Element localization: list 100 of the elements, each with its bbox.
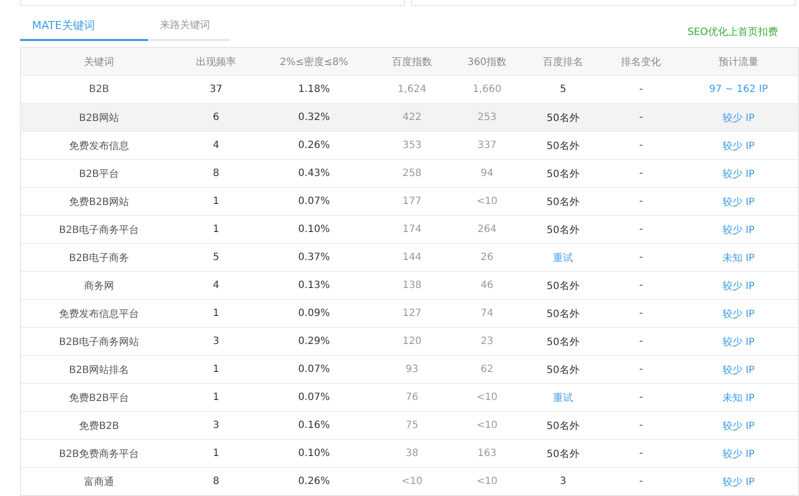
rank-change-cell-text: -	[638, 448, 644, 459]
traffic-link[interactable]: 未知 IP	[679, 250, 798, 264]
density-cell-text: 0.07%	[297, 392, 331, 403]
table-row[interactable]: 富商通 8 0.26% <10 <10 3 - 较少 IP	[21, 467, 798, 495]
density-cell-text: 0.09%	[297, 308, 331, 319]
keyword-cell-text: 免费B2B网站	[68, 196, 130, 208]
rank-cell-text: 50名外	[546, 168, 580, 180]
rank-change-cell-text: -	[638, 392, 644, 403]
table-row[interactable]: B2B免费商务平台 1 0.10% 38 163 50名外 - 较少 IP	[21, 439, 798, 467]
frequency-cell-text: 4	[212, 280, 220, 291]
keyword-cell-text: B2B	[88, 84, 110, 95]
rank-change-cell-text: -	[638, 364, 644, 375]
rank-cell-text: 50名外	[546, 224, 580, 236]
rank-change-cell-text: -	[638, 252, 644, 263]
index-360-cell-text: 46	[480, 280, 494, 291]
table-row[interactable]: B2B网站 6 0.32% 422 253 50名外 - 较少 IP	[21, 103, 798, 131]
density-cell-text: 0.10%	[297, 448, 331, 459]
traffic-link[interactable]: 较少 IP	[679, 138, 798, 152]
promo-link[interactable]: SEO优化上首页扣费	[687, 25, 778, 39]
baidu-index-cell-text: 144	[401, 252, 423, 263]
density-cell-text: 1.18%	[297, 84, 331, 95]
table-row[interactable]: 免费B2B 3 0.16% 75 <10 50名外 - 较少 IP	[21, 411, 798, 439]
traffic-link[interactable]: 较少 IP	[679, 474, 798, 488]
baidu-index-cell-text: 177	[401, 196, 423, 207]
table-row[interactable]: B2B电子商务网站 3 0.29% 120 23 50名外 - 较少 IP	[21, 327, 798, 355]
frequency-cell-text: 3	[212, 336, 220, 347]
tab[interactable]: 来路关键词	[148, 14, 230, 41]
frequency-cell-text: 1	[212, 448, 220, 459]
retry-link[interactable]: 重试	[523, 250, 603, 264]
density-cell-text: 0.10%	[297, 224, 331, 235]
rank-change-cell-text: -	[638, 168, 644, 179]
frequency-cell-text: 1	[212, 308, 220, 319]
density-cell-text: 0.13%	[297, 280, 331, 291]
frequency-cell-text: 1	[212, 196, 220, 207]
index-360-cell-text: 23	[480, 336, 494, 347]
index-360-cell-text: 74	[480, 308, 494, 319]
table-row[interactable]: 免费B2B网站 1 0.07% 177 <10 50名外 - 较少 IP	[21, 187, 798, 215]
column-header: 预计流量	[718, 56, 760, 68]
baidu-index-cell-text: 75	[404, 420, 420, 431]
table-row[interactable]: 免费发布信息平台 1 0.09% 127 74 50名外 - 较少 IP	[21, 299, 798, 327]
traffic-link[interactable]: 较少 IP	[679, 306, 798, 320]
table-row[interactable]: 免费B2B平台 1 0.07% 76 <10 重试 - 未知 IP	[21, 383, 798, 411]
keyword-cell-text: B2B电子商务网站	[58, 336, 140, 348]
density-cell-text: 0.29%	[297, 336, 331, 347]
baidu-index-cell-text: 353	[401, 140, 423, 151]
rank-cell-text: 50名外	[546, 364, 580, 376]
baidu-index-cell-text: 174	[401, 224, 423, 235]
traffic-link[interactable]: 较少 IP	[679, 446, 798, 460]
index-360-cell-text: 253	[476, 112, 498, 123]
table-row[interactable]: B2B网站排名 1 0.07% 93 62 50名外 - 较少 IP	[21, 355, 798, 383]
density-cell-text: 0.07%	[297, 364, 331, 375]
keyword-cell-text: 商务网	[83, 280, 115, 292]
index-360-cell-text: 163	[476, 448, 498, 459]
baidu-index-cell-text: 38	[404, 448, 420, 459]
traffic-link[interactable]: 较少 IP	[679, 418, 798, 432]
traffic-link[interactable]: 较少 IP	[679, 362, 798, 376]
frequency-cell-text: 1	[212, 364, 220, 375]
index-360-cell-text: <10	[475, 196, 499, 207]
table-row[interactable]: B2B平台 8 0.43% 258 94 50名外 - 较少 IP	[21, 159, 798, 187]
baidu-index-cell-text: <10	[400, 476, 424, 487]
traffic-link[interactable]: 较少 IP	[679, 166, 798, 180]
table-row[interactable]: B2B电子商务 5 0.37% 144 26 重试 - 未知 IP	[21, 243, 798, 271]
density-cell-text: 0.26%	[297, 140, 331, 151]
rank-change-cell-text: -	[638, 84, 644, 95]
baidu-index-cell-text: 76	[404, 392, 420, 403]
traffic-link[interactable]: 较少 IP	[679, 334, 798, 348]
index-360-cell-text: 1,660	[472, 84, 502, 95]
table-row[interactable]: 免费发布信息 4 0.26% 353 337 50名外 - 较少 IP	[21, 131, 798, 159]
column-header: 排名变化	[620, 56, 662, 68]
table-row[interactable]: 商务网 4 0.13% 138 46 50名外 - 较少 IP	[21, 271, 798, 299]
baidu-index-cell-text: 1,624	[396, 84, 428, 95]
traffic-link[interactable]: 未知 IP	[679, 390, 798, 404]
density-cell-text: 0.07%	[297, 196, 331, 207]
traffic-link[interactable]: 97 ~ 162 IP	[679, 84, 798, 95]
rank-cell-text: 50名外	[546, 420, 580, 432]
rank-change-cell-text: -	[638, 112, 644, 123]
index-360-cell-text: 26	[480, 252, 494, 263]
rank-cell-text: 50名外	[546, 308, 580, 320]
rank-change-cell-text: -	[638, 420, 644, 431]
traffic-link[interactable]: 较少 IP	[679, 194, 798, 208]
table-row[interactable]: B2B电子商务平台 1 0.10% 174 264 50名外 - 较少 IP	[21, 215, 798, 243]
rank-cell-text: 50名外	[546, 140, 580, 152]
baidu-index-cell-text: 138	[401, 280, 423, 291]
tab[interactable]: MATE关键词	[20, 14, 148, 41]
keyword-cell-text: B2B网站	[78, 112, 120, 124]
column-header: 百度指数	[391, 56, 433, 68]
density-cell-text: 0.26%	[297, 476, 331, 487]
keyword-cell-text: 免费发布信息平台	[58, 308, 140, 320]
traffic-link[interactable]: 较少 IP	[679, 278, 798, 292]
rank-change-cell-text: -	[638, 140, 644, 151]
retry-link[interactable]: 重试	[523, 390, 603, 404]
keyword-cell-text: 富商通	[83, 476, 115, 488]
keyword-cell-text: 免费发布信息	[68, 140, 130, 152]
density-cell-text: 0.16%	[297, 420, 331, 431]
traffic-link[interactable]: 较少 IP	[679, 110, 798, 124]
keyword-cell-text: B2B免费商务平台	[58, 448, 140, 460]
keyword-cell-text: B2B网站排名	[68, 364, 130, 376]
traffic-link[interactable]: 较少 IP	[679, 222, 798, 236]
rank-cell-text: 50名外	[546, 280, 580, 292]
keyword-cell-text: 免费B2B平台	[68, 392, 130, 404]
